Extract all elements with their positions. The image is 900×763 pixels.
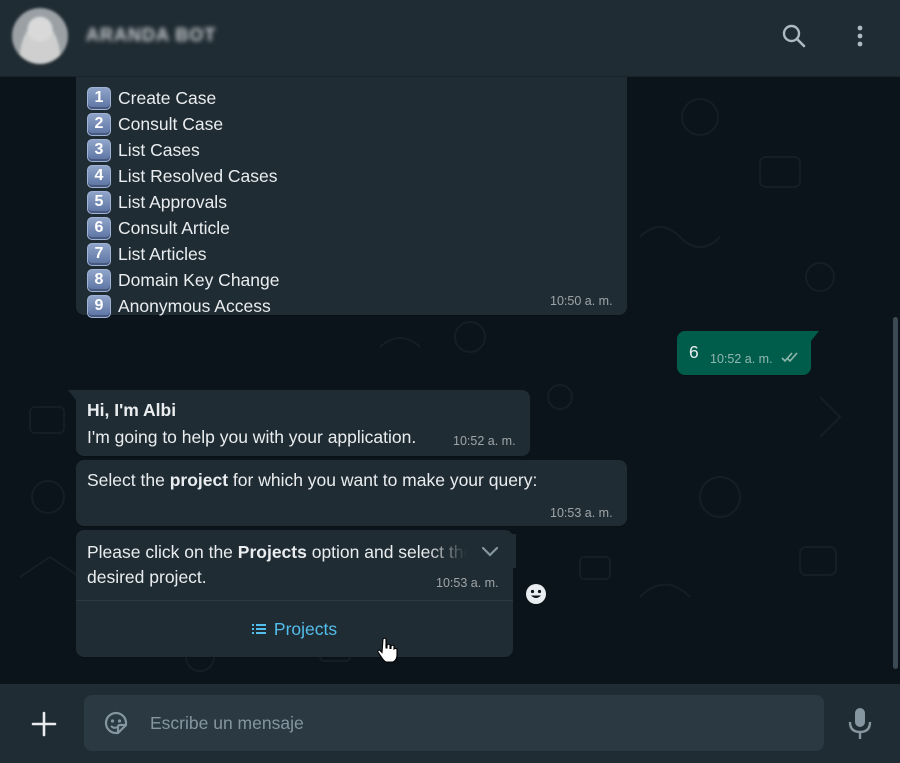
list-item: 9 Anonymous Access [87,293,279,319]
keycap-number-icon: 3 [87,138,111,162]
message-timestamp: 10:50 a. m. [550,294,613,308]
smiley-icon [526,584,546,604]
message-timestamp: 10:53 a. m. [436,576,499,590]
projects-button-label: Projects [273,618,338,639]
list-item: 4 List Resolved Cases [87,163,279,189]
bubble-tail [811,331,819,341]
bold-text: Projects [237,542,307,562]
menu-option-label: List Articles [118,243,207,264]
message-text: Please click on the Projects option and … [87,540,482,590]
microphone-icon[interactable] [846,706,874,742]
search-icon[interactable] [778,20,810,52]
message-input[interactable] [150,695,810,751]
hand-cursor-icon [376,637,398,668]
keycap-number-icon: 6 [87,216,111,240]
react-emoji-button[interactable] [521,579,551,609]
keycap-number-icon: 9 [87,294,111,318]
keycap-number-icon: 5 [87,190,111,214]
list-item: 6 Consult Article [87,215,279,241]
projects-list-button[interactable]: Projects [76,601,513,657]
menu-options-list: 1 Create Case 2 Consult Case 3 List Case… [87,85,279,319]
message-text: I'm going to help you with your applicat… [87,427,417,447]
menu-message: 1 Create Case 2 Consult Case 3 List Case… [76,77,627,318]
chat-panel: 1 Create Case 2 Consult Case 3 List Case… [0,77,900,684]
menu-option-label: Anonymous Access [118,295,271,316]
menu-option-label: Domain Key Change [118,269,280,290]
message-timestamp: 10:52 a. m. [710,352,773,366]
text-segment: Please click on the [87,542,238,562]
contact-name[interactable]: ARANDA BOT [86,25,216,46]
read-ticks-icon [781,347,799,368]
keycap-number-icon: 7 [87,242,111,266]
bubble-tail [68,390,76,400]
greeting-message: Hi, I'm Albi I'm going to help you with … [68,390,530,456]
menu-option-label: Consult Article [118,217,230,238]
outgoing-message: 6 10:52 a. m. [677,331,819,375]
list-item: 3 List Cases [87,137,279,163]
list-item: 5 List Approvals [87,189,279,215]
list-item: 1 Create Case [87,85,279,111]
attach-plus-icon[interactable] [28,708,60,740]
message-text: 6 [689,342,699,362]
chat-header: ARANDA BOT [0,0,900,77]
chevron-down-icon[interactable] [480,542,500,563]
chat-scrollbar[interactable] [893,317,898,669]
hover-fade [426,534,516,568]
menu-option-label: Consult Case [118,113,224,134]
message-text: Select the project for which you want to… [87,470,537,491]
message-timestamp: 10:53 a. m. [550,506,613,520]
composer-bar [0,684,900,763]
select-project-message: Select the project for which you want to… [76,460,627,526]
keycap-number-icon: 4 [87,164,111,188]
message-input-box [84,695,824,751]
keycap-number-icon: 1 [87,86,111,110]
list-item: 8 Domain Key Change [87,267,279,293]
list-item: 7 List Articles [87,241,279,267]
list-icon [251,619,266,640]
contact-avatar[interactable] [12,8,68,64]
menu-option-label: List Resolved Cases [118,165,278,186]
kebab-menu-icon[interactable] [844,20,876,52]
message-title: Hi, I'm Albi [87,400,177,420]
menu-option-label: List Approvals [118,191,227,212]
keycap-number-icon: 8 [87,268,111,292]
list-item: 2 Consult Case [87,111,279,137]
sticker-icon[interactable] [102,709,130,742]
text-segment: for which you want to make your query: [228,470,538,490]
keycap-number-icon: 2 [87,112,111,136]
text-segment: Select the [87,470,170,490]
projects-list-message: Please click on the Projects option and … [76,530,516,657]
message-timestamp: 10:52 a. m. [453,434,516,448]
bold-text: project [169,470,229,490]
menu-option-label: List Cases [118,139,200,160]
menu-option-label: Create Case [118,87,217,108]
